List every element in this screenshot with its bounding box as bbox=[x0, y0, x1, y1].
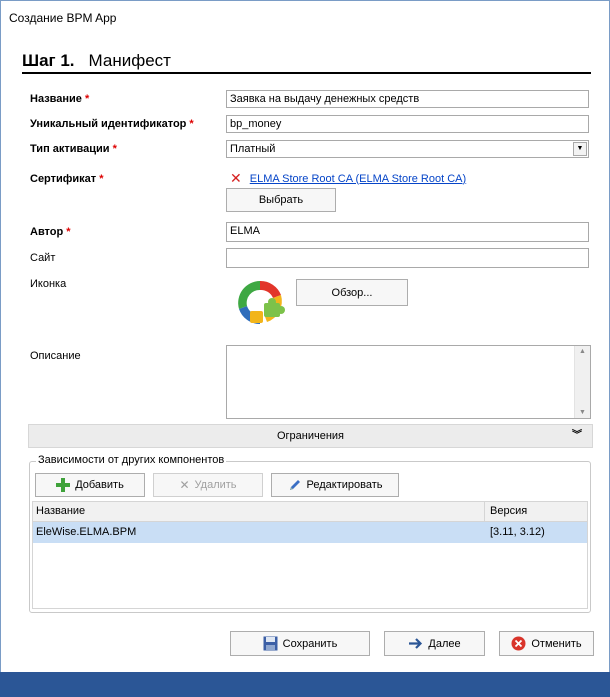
cert-row: ✕ ELMA Store Root CA (ELMA Store Root CA… bbox=[230, 170, 466, 187]
delete-icon: ✕ bbox=[179, 478, 190, 492]
dependencies-title: Зависимости от других компонентов bbox=[36, 454, 227, 466]
author-label-text: Автор bbox=[30, 226, 64, 238]
activation-select[interactable]: Платный ▼ bbox=[226, 140, 589, 158]
site-label: Сайт bbox=[30, 252, 56, 264]
description-textarea[interactable]: ▲ ▼ bbox=[226, 345, 591, 419]
activation-value: Платный bbox=[230, 143, 276, 155]
bottom-status-bar bbox=[0, 672, 610, 697]
choose-cert-button[interactable]: Выбрать bbox=[226, 188, 336, 212]
author-input[interactable]: ELMA bbox=[226, 222, 589, 242]
cancel-icon bbox=[511, 636, 526, 651]
required-mark: * bbox=[84, 93, 90, 105]
save-button[interactable]: Сохранить bbox=[230, 631, 370, 656]
activation-label: Тип активации * bbox=[30, 143, 117, 155]
add-icon bbox=[56, 478, 71, 492]
browse-label: Обзор... bbox=[331, 286, 373, 299]
dialog-window: Создание BPM App Шаг 1. Манифест Название… bbox=[0, 0, 610, 697]
double-chevron-down-icon: ︾ bbox=[572, 430, 582, 441]
remove-icon[interactable]: ✕ bbox=[230, 170, 242, 187]
delete-dependency-button[interactable]: ✕ Удалить bbox=[153, 473, 263, 497]
activation-label-text: Тип активации bbox=[30, 143, 110, 155]
add-label: Добавить bbox=[75, 479, 124, 491]
next-button[interactable]: Далее bbox=[384, 631, 485, 656]
name-input[interactable]: Заявка на выдачу денежных средств bbox=[226, 90, 589, 108]
desc-label: Описание bbox=[30, 350, 81, 362]
cert-label-text: Сертификат bbox=[30, 173, 97, 185]
save-label: Сохранить bbox=[282, 637, 338, 650]
required-mark: * bbox=[112, 143, 117, 155]
add-dependency-button[interactable]: Добавить bbox=[35, 473, 145, 497]
required-mark: * bbox=[66, 226, 71, 238]
step-header: Шаг 1. Манифест bbox=[22, 51, 171, 71]
scroll-down-icon[interactable]: ▼ bbox=[579, 409, 586, 416]
edit-label: Редактировать bbox=[306, 479, 383, 491]
edit-icon bbox=[289, 480, 300, 490]
name-label: Название * bbox=[30, 93, 89, 105]
description-scrollbar[interactable]: ▲ ▼ bbox=[574, 346, 590, 418]
id-label: Уникальный идентификатор * bbox=[30, 118, 194, 130]
name-label-text: Название bbox=[30, 93, 82, 105]
delete-label: Удалить bbox=[194, 479, 237, 491]
cancel-button[interactable]: Отменить bbox=[499, 631, 594, 656]
step-number: Шаг 1. bbox=[22, 51, 75, 70]
cancel-label: Отменить bbox=[531, 637, 582, 650]
window-title: Создание BPM App bbox=[9, 11, 117, 25]
table-header: Название Версия bbox=[33, 502, 587, 522]
cert-label: Сертификат * bbox=[30, 173, 103, 185]
browse-button[interactable]: Обзор... bbox=[296, 279, 408, 306]
table-row[interactable]: EleWise.ELMA.BPM [3.11, 3.12) bbox=[33, 522, 587, 543]
scroll-up-icon[interactable]: ▲ bbox=[579, 348, 586, 355]
step-divider bbox=[22, 72, 591, 74]
app-logo-icon bbox=[238, 280, 285, 325]
restrictions-expander[interactable]: Ограничения ︾ bbox=[28, 424, 593, 448]
row-version: [3.11, 3.12) bbox=[490, 526, 545, 538]
row-name: EleWise.ELMA.BPM bbox=[36, 526, 137, 538]
next-label: Далее bbox=[428, 637, 461, 650]
step-name: Манифест bbox=[88, 51, 171, 70]
choose-cert-label: Выбрать bbox=[258, 194, 304, 206]
dependencies-table: Название Версия EleWise.ELMA.BPM [3.11, … bbox=[32, 501, 588, 609]
icon-label: Иконка bbox=[30, 278, 67, 290]
required-mark: * bbox=[189, 118, 194, 130]
id-label-text: Уникальный идентификатор bbox=[30, 118, 187, 130]
required-mark: * bbox=[99, 173, 104, 185]
id-input[interactable]: bp_money bbox=[226, 115, 589, 133]
author-label: Автор * bbox=[30, 226, 71, 238]
cert-link[interactable]: ELMA Store Root CA (ELMA Store Root CA) bbox=[250, 173, 466, 185]
column-version[interactable]: Версия bbox=[490, 505, 527, 517]
site-input[interactable] bbox=[226, 248, 589, 268]
restrictions-label: Ограничения bbox=[276, 430, 345, 442]
column-name[interactable]: Название bbox=[36, 505, 85, 517]
column-separator bbox=[484, 502, 485, 521]
chevron-down-icon[interactable]: ▼ bbox=[573, 142, 587, 156]
edit-dependency-button[interactable]: Редактировать bbox=[271, 473, 399, 497]
next-arrow-icon bbox=[409, 638, 423, 649]
save-icon bbox=[263, 636, 278, 651]
